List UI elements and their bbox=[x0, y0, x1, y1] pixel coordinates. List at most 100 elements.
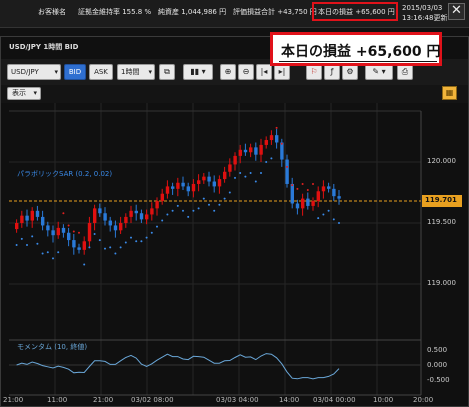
candle-body bbox=[259, 144, 263, 155]
interval-select[interactable]: 1時間 bbox=[117, 64, 155, 80]
scroll-left-icon[interactable]: |◂ bbox=[256, 64, 272, 80]
bid-button[interactable]: BID bbox=[64, 64, 86, 80]
candle-body bbox=[311, 201, 315, 206]
sar-dot bbox=[228, 191, 231, 194]
sar-dot bbox=[119, 246, 122, 249]
time-label-8: 20:00 bbox=[413, 396, 434, 404]
zoom-in-icon[interactable]: ⊕ bbox=[220, 64, 236, 80]
candle-body bbox=[327, 186, 331, 189]
sar-dot bbox=[124, 241, 127, 244]
candle-body bbox=[207, 176, 211, 182]
print-icon[interactable]: ⎙ bbox=[397, 64, 413, 80]
sar-dot bbox=[15, 243, 18, 246]
sar-dot bbox=[78, 231, 80, 234]
current-price-value: 119.701 bbox=[425, 196, 457, 204]
candle-body bbox=[280, 142, 284, 160]
candle-body bbox=[243, 149, 248, 153]
sar-dot bbox=[36, 242, 39, 245]
candle-body bbox=[295, 203, 300, 209]
candle-group bbox=[15, 129, 341, 255]
settings-icon[interactable]: ⚙ bbox=[342, 64, 358, 80]
sar-dot bbox=[161, 219, 164, 222]
alert-icon[interactable]: ⚐ bbox=[306, 64, 322, 80]
sar-dot bbox=[296, 187, 299, 190]
candle-body bbox=[160, 193, 164, 202]
scroll-right-icon[interactable]: ▸| bbox=[274, 64, 290, 80]
candle-body bbox=[212, 181, 216, 187]
draw-tool-icon[interactable]: ✎ ▾ bbox=[365, 64, 393, 80]
candle-body bbox=[337, 196, 341, 199]
candle-body bbox=[306, 198, 310, 206]
daily-pl-callout-text: 本日の損益 +65,600 円 bbox=[281, 44, 441, 60]
time-label-3: 03/02 08:00 bbox=[131, 396, 174, 404]
sar-dot bbox=[291, 184, 294, 187]
candle-body bbox=[301, 198, 305, 209]
time-label-2: 21:00 bbox=[93, 396, 114, 404]
sar-dot bbox=[317, 217, 320, 220]
candle-body bbox=[77, 247, 81, 250]
candle-body bbox=[186, 186, 190, 192]
sar-dot bbox=[312, 182, 314, 185]
update-date: 2015/03/03 bbox=[402, 4, 443, 12]
sar-dot bbox=[327, 209, 330, 212]
candle-body bbox=[316, 191, 320, 202]
chart-area[interactable]: パラボリックSAR (0.2, 0.02) 119.701 120.000 11… bbox=[1, 103, 468, 407]
price-tick-120: 120.000 bbox=[427, 157, 456, 165]
candle-body bbox=[223, 171, 227, 180]
sar-dot bbox=[62, 212, 65, 215]
candle-body bbox=[155, 201, 159, 209]
callout-underline bbox=[279, 61, 437, 62]
candle-body bbox=[30, 210, 34, 221]
sar-dot bbox=[275, 126, 278, 129]
display-menu-button[interactable]: 表示 bbox=[7, 87, 41, 100]
time-label-1: 11:00 bbox=[47, 396, 68, 404]
grid-icon[interactable]: ▦ bbox=[442, 86, 457, 100]
update-timestamp: 2015/03/03 13:16:48更新 bbox=[402, 3, 447, 23]
sar-dot bbox=[244, 175, 247, 178]
candle-body bbox=[238, 149, 242, 156]
price-tick-119-5: 119.500 bbox=[427, 218, 456, 226]
sar-dot bbox=[265, 161, 268, 163]
candle-body bbox=[264, 140, 268, 145]
candle-body bbox=[46, 225, 50, 231]
ask-button[interactable]: ASK bbox=[89, 64, 113, 80]
candle-body bbox=[321, 186, 326, 192]
sar-dot bbox=[301, 182, 304, 185]
chart-type-icon[interactable]: ▮▮ ▾ bbox=[183, 64, 213, 80]
mom-tick-neg-0-5: -0.500 bbox=[427, 376, 450, 384]
zoom-out-icon[interactable]: ⊖ bbox=[238, 64, 254, 80]
sar-dot bbox=[104, 247, 106, 250]
price-chart[interactable] bbox=[1, 103, 468, 407]
sar-dot bbox=[213, 209, 216, 212]
sar-dot bbox=[52, 257, 54, 260]
candle-body bbox=[332, 188, 336, 197]
candle-body bbox=[15, 223, 19, 230]
candle-body bbox=[254, 147, 258, 155]
sar-dot bbox=[234, 176, 236, 179]
sar-dot bbox=[67, 224, 70, 227]
candle-body bbox=[197, 180, 201, 184]
close-button[interactable]: ✕ bbox=[448, 3, 465, 20]
sar-dot bbox=[260, 171, 262, 174]
time-label-6: 03/04 00:00 bbox=[313, 396, 356, 404]
time-label-0: 21:00 bbox=[3, 396, 24, 404]
sar-dot bbox=[254, 180, 257, 183]
candle-body bbox=[139, 213, 144, 220]
sar-dot bbox=[270, 157, 273, 160]
candle-body bbox=[119, 223, 123, 231]
candle-body bbox=[51, 230, 55, 236]
sar-dot bbox=[182, 209, 184, 212]
sar-dot bbox=[239, 171, 242, 174]
candle-body bbox=[61, 227, 66, 233]
copy-icon[interactable]: ⧉ bbox=[159, 64, 175, 80]
indicator-icon[interactable]: ƒ bbox=[324, 64, 340, 80]
sar-dot bbox=[83, 263, 86, 266]
momentum-line bbox=[16, 353, 340, 380]
candle-body bbox=[35, 210, 40, 217]
candle-body bbox=[108, 220, 112, 226]
sar-dot bbox=[223, 197, 226, 200]
sar-dot bbox=[88, 246, 91, 249]
symbol-select[interactable]: USD/JPY bbox=[7, 64, 61, 80]
sar-dot bbox=[176, 204, 179, 207]
candle-body bbox=[41, 216, 45, 226]
